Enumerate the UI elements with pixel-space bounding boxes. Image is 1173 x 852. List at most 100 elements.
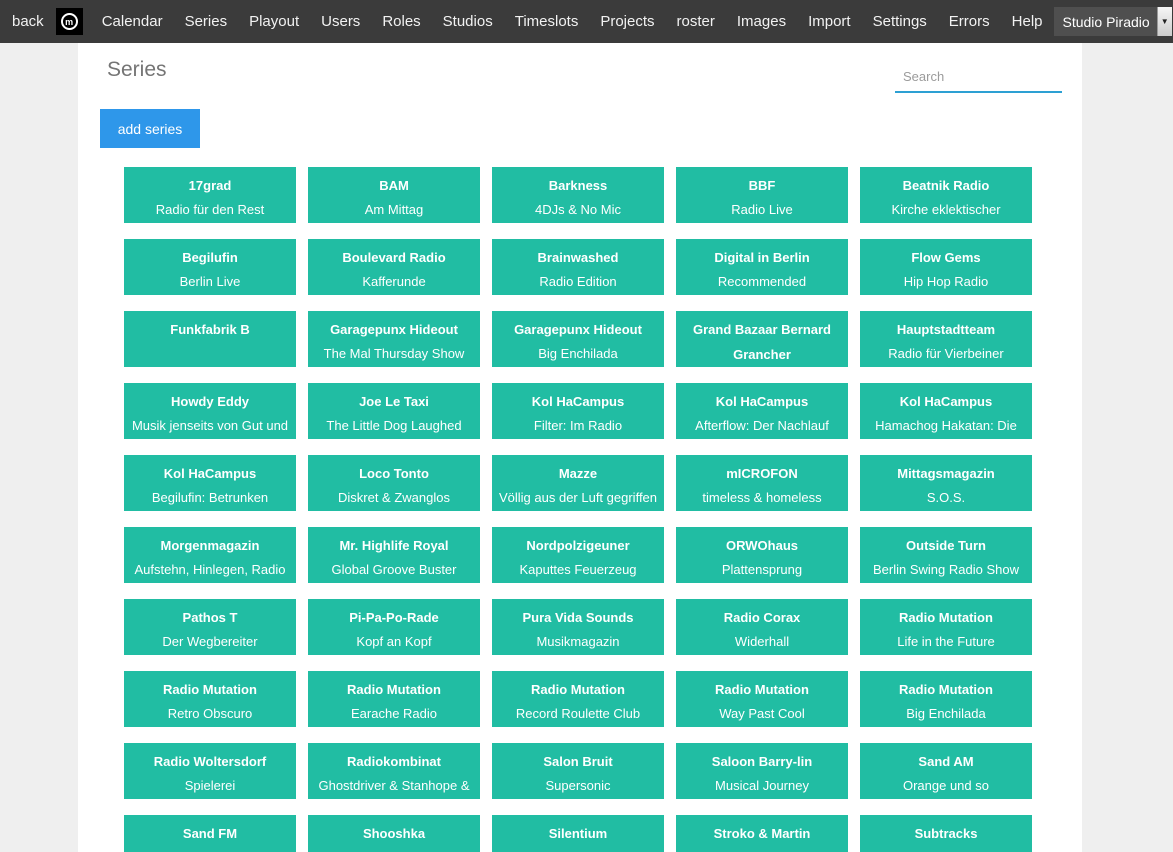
- series-card-subtitle: Orange und Gäste: [124, 846, 296, 852]
- nav-item[interactable]: Settings: [862, 0, 938, 43]
- series-card-subtitle: Radio für den Rest: [124, 198, 296, 222]
- nav-item[interactable]: Calendar: [91, 0, 174, 43]
- nav-item[interactable]: Roles: [371, 0, 431, 43]
- series-card-subtitle: Hamachog Hakatan: Die: [860, 414, 1032, 438]
- series-card[interactable]: Pi-Pa-Po-Rade Kopf an Kopf: [308, 599, 480, 655]
- series-card[interactable]: Morgenmagazin Aufstehn, Hinlegen, Radio: [124, 527, 296, 583]
- series-card-title: Loco Tonto: [308, 461, 480, 486]
- series-card[interactable]: Loco Tonto Diskret & Zwanglos: [308, 455, 480, 511]
- series-card[interactable]: Beatnik Radio Kirche eklektischer: [860, 167, 1032, 223]
- series-card-subtitle: Recommended: [676, 270, 848, 294]
- add-series-button[interactable]: add series: [100, 109, 200, 148]
- series-card-title: 17grad: [124, 173, 296, 198]
- series-card[interactable]: Stroko & Martin It's all in a technicolo…: [676, 815, 848, 852]
- nav-item[interactable]: Series: [174, 0, 239, 43]
- nav-item[interactable]: Images: [726, 0, 797, 43]
- nav-item[interactable]: Projects: [589, 0, 665, 43]
- series-card[interactable]: ORWOhaus Plattensprung: [676, 527, 848, 583]
- series-card[interactable]: Radio Mutation Way Past Cool: [676, 671, 848, 727]
- series-card[interactable]: Brainwashed Radio Edition: [492, 239, 664, 295]
- series-card[interactable]: Hauptstadtteam Radio für Vierbeiner: [860, 311, 1032, 367]
- series-card[interactable]: BAM Am Mittag: [308, 167, 480, 223]
- nav-item[interactable]: Import: [797, 0, 862, 43]
- series-card[interactable]: 17grad Radio für den Rest: [124, 167, 296, 223]
- series-card[interactable]: Radio Mutation Life in the Future: [860, 599, 1032, 655]
- series-card[interactable]: Grand Bazaar Bernard Grancher: [676, 311, 848, 367]
- series-card[interactable]: Garagepunx Hideout The Mal Thursday Show: [308, 311, 480, 367]
- series-card[interactable]: Radiokombinat Ghostdriver & Stanhope &: [308, 743, 480, 799]
- series-card[interactable]: Nordpolzigeuner Kaputtes Feuerzeug: [492, 527, 664, 583]
- series-card-title: Flow Gems: [860, 245, 1032, 270]
- series-card[interactable]: Pura Vida Sounds Musikmagazin: [492, 599, 664, 655]
- series-card-subtitle: Radio für Vierbeiner: [860, 342, 1032, 366]
- series-card-subtitle: Afterflow: Der Nachlauf: [676, 414, 848, 438]
- series-card[interactable]: Radio Mutation Record Roulette Club: [492, 671, 664, 727]
- series-card[interactable]: Funkfabrik B: [124, 311, 296, 367]
- series-card[interactable]: Shooshka Joyful Noise: [308, 815, 480, 852]
- series-card[interactable]: Kol HaCampus Begilufin: Betrunken: [124, 455, 296, 511]
- series-card[interactable]: Howdy Eddy Musik jenseits von Gut und: [124, 383, 296, 439]
- search-input[interactable]: [895, 62, 1062, 93]
- series-card-title: Shooshka: [308, 821, 480, 846]
- series-card-title: Joe Le Taxi: [308, 389, 480, 414]
- series-card[interactable]: Begilufin Berlin Live: [124, 239, 296, 295]
- series-card[interactable]: Salon Bruit Supersonic: [492, 743, 664, 799]
- nav-item[interactable]: Playout: [238, 0, 310, 43]
- nav-item[interactable]: Errors: [938, 0, 1001, 43]
- series-card[interactable]: Pathos T Der Wegbereiter: [124, 599, 296, 655]
- series-card[interactable]: Mazze Völlig aus der Luft gegriffen: [492, 455, 664, 511]
- series-card[interactable]: Outside Turn Berlin Swing Radio Show: [860, 527, 1032, 583]
- series-card[interactable]: Mittagsmagazin S.O.S.: [860, 455, 1032, 511]
- studio-select[interactable]: Studio Piradio ▼: [1054, 7, 1172, 36]
- series-card-title: Kol HaCampus: [492, 389, 664, 414]
- series-card[interactable]: Sand FM Orange und Gäste: [124, 815, 296, 852]
- series-card[interactable]: Radio Mutation Big Enchilada: [860, 671, 1032, 727]
- series-card[interactable]: Barkness 4DJs & No Mic: [492, 167, 664, 223]
- nav-item[interactable]: roster: [666, 0, 726, 43]
- series-card[interactable]: Subtracks To Released: [860, 815, 1032, 852]
- series-card-title: Pi-Pa-Po-Rade: [308, 605, 480, 630]
- nav-item[interactable]: Users: [310, 0, 371, 43]
- series-card-title: BBF: [676, 173, 848, 198]
- series-card[interactable]: Saloon Barry-lin Musical Journey: [676, 743, 848, 799]
- series-card-title: Radio Mutation: [124, 677, 296, 702]
- series-card-subtitle: The Little Dog Laughed: [308, 414, 480, 438]
- series-card[interactable]: Radio Woltersdorf Spielerei: [124, 743, 296, 799]
- back-link[interactable]: back: [6, 0, 54, 43]
- series-card-subtitle: Radio Edition: [492, 270, 664, 294]
- series-card[interactable]: BBF Radio Live: [676, 167, 848, 223]
- series-card-subtitle: Kaputtes Feuerzeug: [492, 558, 664, 582]
- series-card[interactable]: Mr. Highlife Royal Global Groove Buster: [308, 527, 480, 583]
- series-card[interactable]: Digital in Berlin Recommended: [676, 239, 848, 295]
- series-card-subtitle: The Mal Thursday Show: [308, 342, 480, 366]
- series-card[interactable]: Sand AM Orange und so: [860, 743, 1032, 799]
- app-logo-icon[interactable]: m: [56, 8, 83, 35]
- series-card-subtitle: S.O.S.: [860, 486, 1032, 510]
- nav-item[interactable]: Studios: [432, 0, 504, 43]
- series-card[interactable]: mICROFON timeless & homeless: [676, 455, 848, 511]
- series-card[interactable]: Joe Le Taxi The Little Dog Laughed: [308, 383, 480, 439]
- series-card-title: Radio Mutation: [860, 605, 1032, 630]
- series-card-title: mICROFON: [676, 461, 848, 486]
- series-card-subtitle: Ghostdriver & Stanhope &: [308, 774, 480, 798]
- series-card[interactable]: Kol HaCampus Afterflow: Der Nachlauf: [676, 383, 848, 439]
- nav-item[interactable]: Help: [1001, 0, 1054, 43]
- series-card[interactable]: Radio Corax Widerhall: [676, 599, 848, 655]
- series-card[interactable]: Kol HaCampus Filter: Im Radio: [492, 383, 664, 439]
- series-card-title: Garagepunx Hideout: [308, 317, 480, 342]
- series-card[interactable]: Radio Mutation Retro Obscuro: [124, 671, 296, 727]
- series-card[interactable]: Radio Mutation Earache Radio: [308, 671, 480, 727]
- series-card-subtitle: Berlin Swing Radio Show: [860, 558, 1032, 582]
- series-card[interactable]: Kol HaCampus Hamachog Hakatan: Die: [860, 383, 1032, 439]
- series-card-title: Radio Mutation: [676, 677, 848, 702]
- nav-item[interactable]: Timeslots: [504, 0, 590, 43]
- series-card[interactable]: Garagepunx Hideout Big Enchilada: [492, 311, 664, 367]
- series-card-subtitle: Musik jenseits von Gut und: [124, 414, 296, 438]
- series-card-title: Outside Turn: [860, 533, 1032, 558]
- series-card[interactable]: Silentium Geschichten: [492, 815, 664, 852]
- series-card-subtitle: Earache Radio: [308, 702, 480, 726]
- series-card-subtitle: Big Enchilada: [492, 342, 664, 366]
- series-card-subtitle: Musikmagazin: [492, 630, 664, 654]
- series-card[interactable]: Flow Gems Hip Hop Radio: [860, 239, 1032, 295]
- series-card[interactable]: Boulevard Radio Kafferunde: [308, 239, 480, 295]
